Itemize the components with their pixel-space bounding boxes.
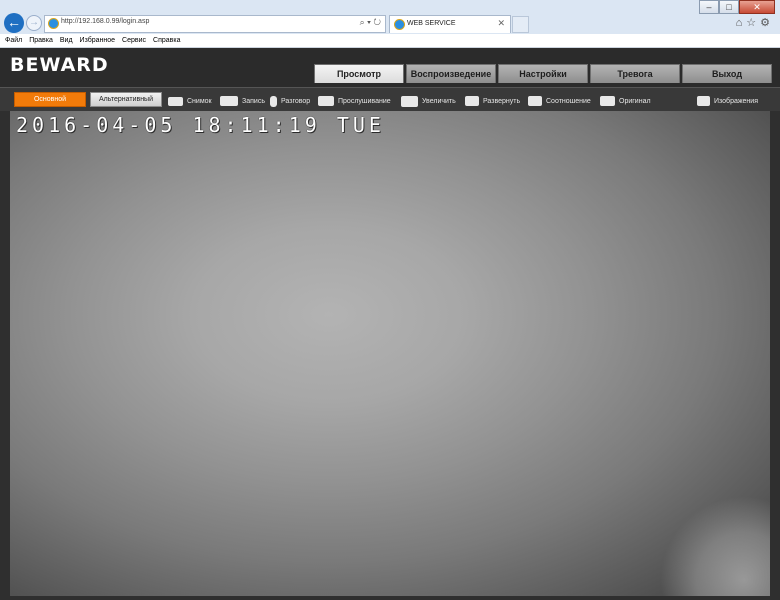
- browser-menubar: Файл Правка Вид Избранное Сервис Справка: [0, 34, 780, 48]
- speaker-icon: [318, 96, 334, 106]
- search-refresh-icon[interactable]: ⌕ ▾ ↻: [360, 17, 381, 28]
- talk-label: Разговор: [281, 97, 311, 105]
- tab-live-view[interactable]: Просмотр: [314, 64, 404, 83]
- close-button[interactable]: ✕: [739, 0, 775, 14]
- beward-logo: BEWARD: [10, 54, 109, 76]
- original-tool[interactable]: Оригинал: [600, 95, 651, 107]
- camera-icon: [168, 96, 183, 106]
- browser-titlebar: – □ ✕ ← → http://192.168.0.99/login.asp …: [0, 0, 780, 34]
- menu-help[interactable]: Справка: [153, 34, 180, 47]
- listen-label: Прослушивание: [338, 97, 391, 105]
- zoom-icon: [401, 95, 418, 107]
- ratio-label: Соотношение: [546, 97, 591, 105]
- original-size-icon: [600, 96, 615, 106]
- aspect-ratio-icon: [528, 96, 542, 106]
- images-tool[interactable]: Изображения: [697, 95, 758, 107]
- maximize-button[interactable]: □: [719, 0, 739, 14]
- zoom-tool[interactable]: Увеличить: [401, 95, 456, 107]
- main-stream-button[interactable]: Основной: [14, 92, 86, 107]
- tab-settings[interactable]: Настройки: [498, 64, 588, 83]
- osd-timestamp: 2016-04-05 18:11:19 TUE: [16, 113, 385, 137]
- microphone-icon: [270, 95, 277, 107]
- site-favicon-icon: [48, 18, 59, 29]
- video-camera-icon: [220, 96, 238, 106]
- ratio-tool[interactable]: Соотношение: [528, 95, 591, 107]
- tab-logout[interactable]: Выход: [682, 64, 772, 83]
- minimize-button[interactable]: –: [699, 0, 719, 14]
- expand-tool[interactable]: Развернуть: [465, 95, 520, 107]
- window-controls: – □ ✕: [699, 0, 775, 14]
- new-tab-button[interactable]: [512, 16, 529, 33]
- tab-favicon-icon: [394, 19, 405, 30]
- menu-tools[interactable]: Сервис: [122, 34, 146, 47]
- video-highlight: [660, 496, 770, 596]
- camera-web-page: BEWARD Просмотр Воспроизведение Настройк…: [0, 48, 780, 600]
- snapshot-label: Снимок: [187, 97, 212, 105]
- tab-alarm[interactable]: Тревога: [590, 64, 680, 83]
- original-label: Оригинал: [619, 97, 651, 105]
- header-bar: BEWARD Просмотр Воспроизведение Настройк…: [0, 48, 780, 87]
- listen-tool[interactable]: Прослушивание: [318, 95, 391, 107]
- view-toolbar: Основной Альтернативный Снимок Запись Ра…: [0, 87, 780, 111]
- snapshot-tool[interactable]: Снимок: [168, 95, 212, 107]
- menu-file[interactable]: Файл: [5, 34, 22, 47]
- tab-close-icon[interactable]: ✕: [497, 18, 505, 29]
- back-arrow-icon[interactable]: ←: [4, 13, 24, 33]
- fullscreen-icon: [465, 96, 479, 106]
- menu-favorites[interactable]: Избранное: [80, 34, 115, 47]
- tab-playback[interactable]: Воспроизведение: [406, 64, 496, 83]
- address-bar[interactable]: http://192.168.0.99/login.asp ⌕ ▾ ↻: [44, 15, 386, 33]
- forward-arrow-icon[interactable]: →: [26, 15, 42, 31]
- tab-title: WEB SERVICE: [407, 20, 456, 27]
- record-tool[interactable]: Запись: [220, 95, 265, 107]
- live-video-view[interactable]: 2016-04-05 18:11:19 TUE: [10, 111, 770, 596]
- image-icon: [697, 96, 710, 106]
- menu-view[interactable]: Вид: [60, 34, 73, 47]
- alt-stream-button[interactable]: Альтернативный: [90, 92, 162, 107]
- talk-tool[interactable]: Разговор: [270, 95, 310, 107]
- zoom-label: Увеличить: [422, 97, 456, 105]
- address-url[interactable]: http://192.168.0.99/login.asp: [61, 18, 149, 25]
- expand-label: Развернуть: [483, 97, 521, 105]
- menu-edit[interactable]: Правка: [29, 34, 53, 47]
- browser-tools-icons[interactable]: ⌂☆⚙: [736, 16, 774, 29]
- main-nav-tabs: Просмотр Воспроизведение Настройки Трево…: [314, 64, 774, 83]
- images-label: Изображения: [714, 97, 758, 105]
- browser-tab[interactable]: WEB SERVICE ✕: [389, 15, 511, 33]
- record-label: Запись: [242, 97, 265, 105]
